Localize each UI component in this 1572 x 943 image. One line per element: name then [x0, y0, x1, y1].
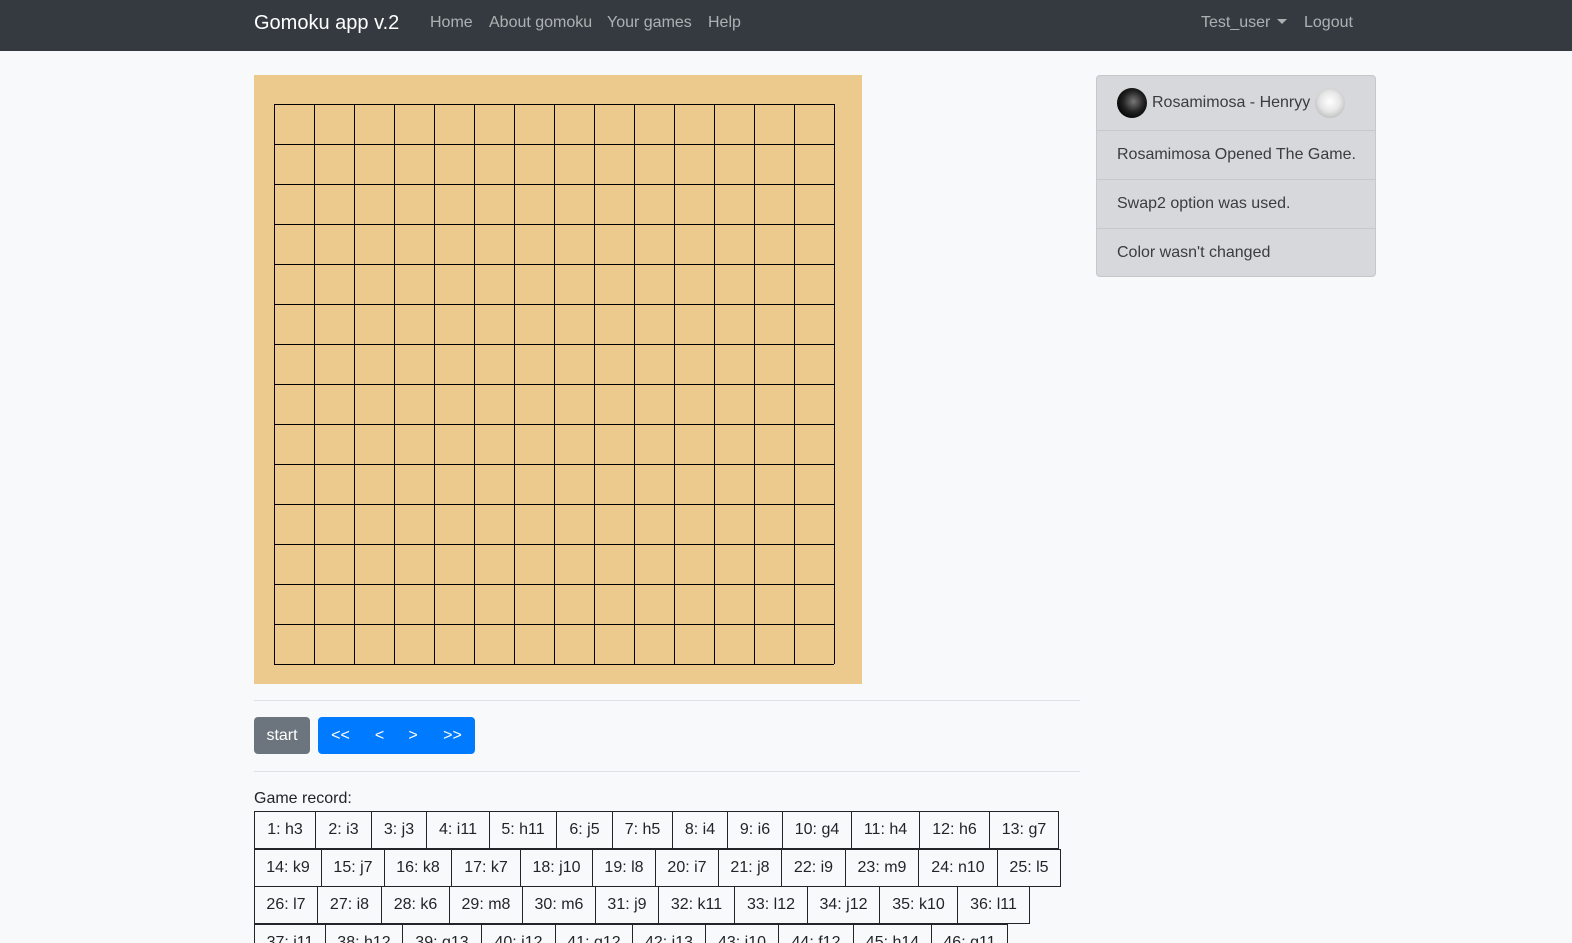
- move-button[interactable]: 17: k7: [451, 849, 521, 887]
- record-row-2: 14: k9 15: j7 16: k8 17: k7 18: j10 19: …: [254, 849, 1061, 887]
- move-button[interactable]: 43: i10: [705, 924, 779, 943]
- next-move-button[interactable]: >: [396, 727, 430, 745]
- record-row-1: 1: h3 2: i3 3: j3 4: i11 5: h11 6: j5 7:…: [254, 811, 1059, 849]
- move-button[interactable]: 12: h6: [919, 811, 990, 849]
- move-button[interactable]: 33: l12: [734, 886, 808, 924]
- move-button[interactable]: 10: g4: [782, 811, 852, 849]
- move-button[interactable]: 3: j3: [371, 811, 427, 849]
- move-button[interactable]: 2: i3: [315, 811, 372, 849]
- move-button[interactable]: 21: j8: [718, 849, 782, 887]
- move-button[interactable]: 42: i13: [632, 924, 706, 943]
- black-stone-icon: [1117, 88, 1147, 118]
- move-button[interactable]: 13: g7: [989, 811, 1059, 849]
- move-button[interactable]: 20: i7: [655, 849, 719, 887]
- move-button[interactable]: 29: m8: [449, 886, 523, 924]
- game-message: Color wasn't changed: [1097, 228, 1375, 276]
- nav-your-games-link[interactable]: Your games: [607, 14, 692, 32]
- start-button[interactable]: start: [254, 717, 310, 754]
- move-button[interactable]: 32: k11: [658, 886, 735, 924]
- game-record-label: Game record:: [254, 790, 352, 807]
- board-grid[interactable]: [254, 75, 862, 684]
- move-button[interactable]: 16: k8: [384, 849, 452, 887]
- white-stone-icon: [1315, 88, 1346, 118]
- move-button[interactable]: 8: i4: [672, 811, 728, 849]
- game-info-panel: Rosamimosa - Henryy Rosamimosa Opened Th…: [1096, 75, 1376, 277]
- move-button[interactable]: 7: h5: [612, 811, 673, 849]
- divider: [254, 700, 1080, 701]
- brand-link[interactable]: Gomoku app v.2: [254, 11, 399, 35]
- move-button[interactable]: 31: j9: [595, 886, 659, 924]
- move-button[interactable]: 26: l7: [254, 886, 318, 924]
- move-button[interactable]: 38: h12: [325, 924, 403, 943]
- move-button[interactable]: 45: h14: [853, 924, 932, 943]
- players-names: Rosamimosa - Henryy: [1152, 94, 1311, 111]
- divider: [254, 771, 1080, 772]
- move-button[interactable]: 24: n10: [918, 849, 998, 887]
- record-row-4: 37: i11 38: h12 39: g13 40: i12 41: g12 …: [254, 924, 1008, 943]
- navigation-button-group: << < > >>: [318, 717, 475, 754]
- move-button[interactable]: 15: j7: [321, 849, 385, 887]
- move-button[interactable]: 28: k6: [381, 886, 450, 924]
- move-button[interactable]: 36: l11: [957, 886, 1030, 924]
- move-button[interactable]: 34: j12: [807, 886, 880, 924]
- move-button[interactable]: 37: i11: [254, 924, 326, 943]
- nav-help-link[interactable]: Help: [708, 14, 741, 32]
- players-header: Rosamimosa - Henryy: [1097, 76, 1375, 130]
- move-button[interactable]: 11: h4: [851, 811, 920, 849]
- game-board[interactable]: [254, 75, 862, 684]
- navbar: Gomoku app v.2 Home About gomoku Your ga…: [0, 0, 1572, 51]
- move-button[interactable]: 44: f12: [778, 924, 854, 943]
- move-button[interactable]: 25: l5: [997, 849, 1061, 887]
- user-dropdown[interactable]: Test_user: [1201, 14, 1288, 32]
- last-move-button[interactable]: >>: [430, 727, 475, 745]
- move-button[interactable]: 30: m6: [522, 886, 596, 924]
- move-button[interactable]: 23: m9: [845, 849, 919, 887]
- nav-about-link[interactable]: About gomoku: [489, 14, 592, 32]
- move-button[interactable]: 40: i12: [481, 924, 556, 943]
- move-button[interactable]: 27: i8: [317, 886, 382, 924]
- first-move-button[interactable]: <<: [318, 727, 363, 745]
- move-button[interactable]: 39: g13: [402, 924, 482, 943]
- previous-move-button[interactable]: <: [363, 727, 396, 745]
- move-button[interactable]: 19: l8: [592, 849, 656, 887]
- move-button[interactable]: 5: h11: [489, 811, 557, 849]
- move-button[interactable]: 14: k9: [254, 849, 322, 887]
- move-button[interactable]: 22: i9: [781, 849, 846, 887]
- move-button[interactable]: 4: i11: [426, 811, 490, 849]
- user-name: Test_user: [1201, 14, 1271, 31]
- move-button[interactable]: 18: j10: [520, 849, 593, 887]
- logout-link[interactable]: Logout: [1304, 14, 1353, 32]
- move-button[interactable]: 46: g11: [931, 924, 1008, 943]
- move-button[interactable]: 6: j5: [556, 811, 613, 849]
- move-button[interactable]: 1: h3: [254, 811, 316, 849]
- move-button[interactable]: 41: g12: [555, 924, 633, 943]
- move-button[interactable]: 35: k10: [879, 886, 958, 924]
- move-button[interactable]: 9: i6: [727, 811, 783, 849]
- nav-home-link[interactable]: Home: [430, 14, 473, 32]
- chevron-down-icon: [1277, 19, 1288, 24]
- record-row-3: 26: l7 27: i8 28: k6 29: m8 30: m6 31: j…: [254, 886, 1030, 924]
- game-message: Rosamimosa Opened The Game.: [1097, 130, 1375, 179]
- game-message: Swap2 option was used.: [1097, 179, 1375, 228]
